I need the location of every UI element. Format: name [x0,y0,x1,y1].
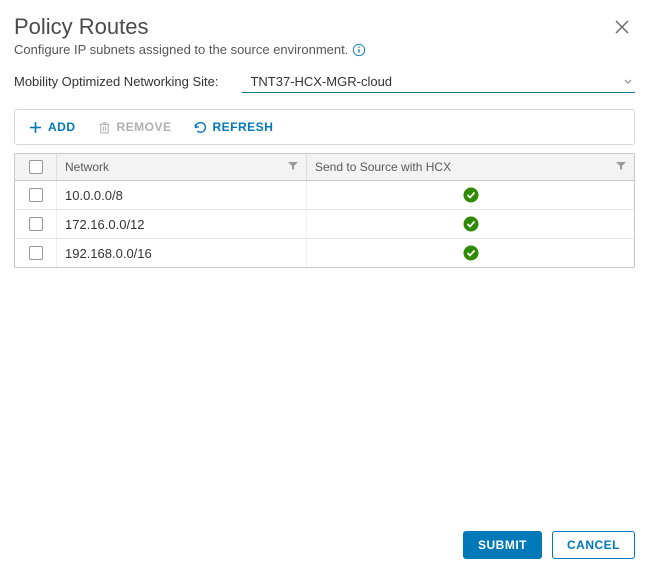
submit-button[interactable]: SUBMIT [463,531,542,559]
site-label: Mobility Optimized Networking Site: [14,74,218,89]
select-all-checkbox[interactable] [29,160,43,174]
network-value: 172.16.0.0/12 [65,217,145,232]
checkmark-circle-icon [463,245,479,261]
plus-icon [29,121,42,134]
filter-icon[interactable] [288,160,298,174]
page-subtitle: Configure IP subnets assigned to the sou… [14,42,366,57]
info-icon[interactable] [352,43,366,57]
network-value: 10.0.0.0/8 [65,188,123,203]
subtitle-text: Configure IP subnets assigned to the sou… [14,42,348,57]
row-checkbox[interactable] [29,188,43,202]
table-row[interactable]: 10.0.0.0/8 [15,181,634,210]
page-title: Policy Routes [14,14,366,40]
dialog-footer: SUBMIT CANCEL [463,531,635,559]
remove-button: REMOVE [98,120,172,134]
site-select-value: TNT37-HCX-MGR-cloud [250,74,392,89]
checkmark-circle-icon [463,216,479,232]
network-value: 192.168.0.0/16 [65,246,152,261]
cancel-button[interactable]: CANCEL [552,531,635,559]
refresh-label: REFRESH [213,120,274,134]
row-checkbox[interactable] [29,246,43,260]
chevron-down-icon [623,74,633,89]
table-row[interactable]: 192.168.0.0/16 [15,239,634,267]
routes-table: Network Send to Source with HCX 10.0.0.0… [14,153,635,268]
row-checkbox[interactable] [29,217,43,231]
table-header: Network Send to Source with HCX [15,154,634,181]
remove-label: REMOVE [117,120,172,134]
refresh-button[interactable]: REFRESH [194,120,274,134]
close-button[interactable] [609,14,635,43]
column-header-send-source: Send to Source with HCX [315,160,451,174]
add-button[interactable]: ADD [29,120,76,134]
checkmark-circle-icon [463,187,479,203]
site-select[interactable]: TNT37-HCX-MGR-cloud [242,71,635,93]
filter-icon[interactable] [616,160,626,174]
add-label: ADD [48,120,76,134]
table-row[interactable]: 172.16.0.0/12 [15,210,634,239]
column-header-network: Network [65,160,109,174]
toolbar: ADD REMOVE REFRESH [14,109,635,145]
trash-icon [98,121,111,134]
refresh-icon [194,121,207,134]
